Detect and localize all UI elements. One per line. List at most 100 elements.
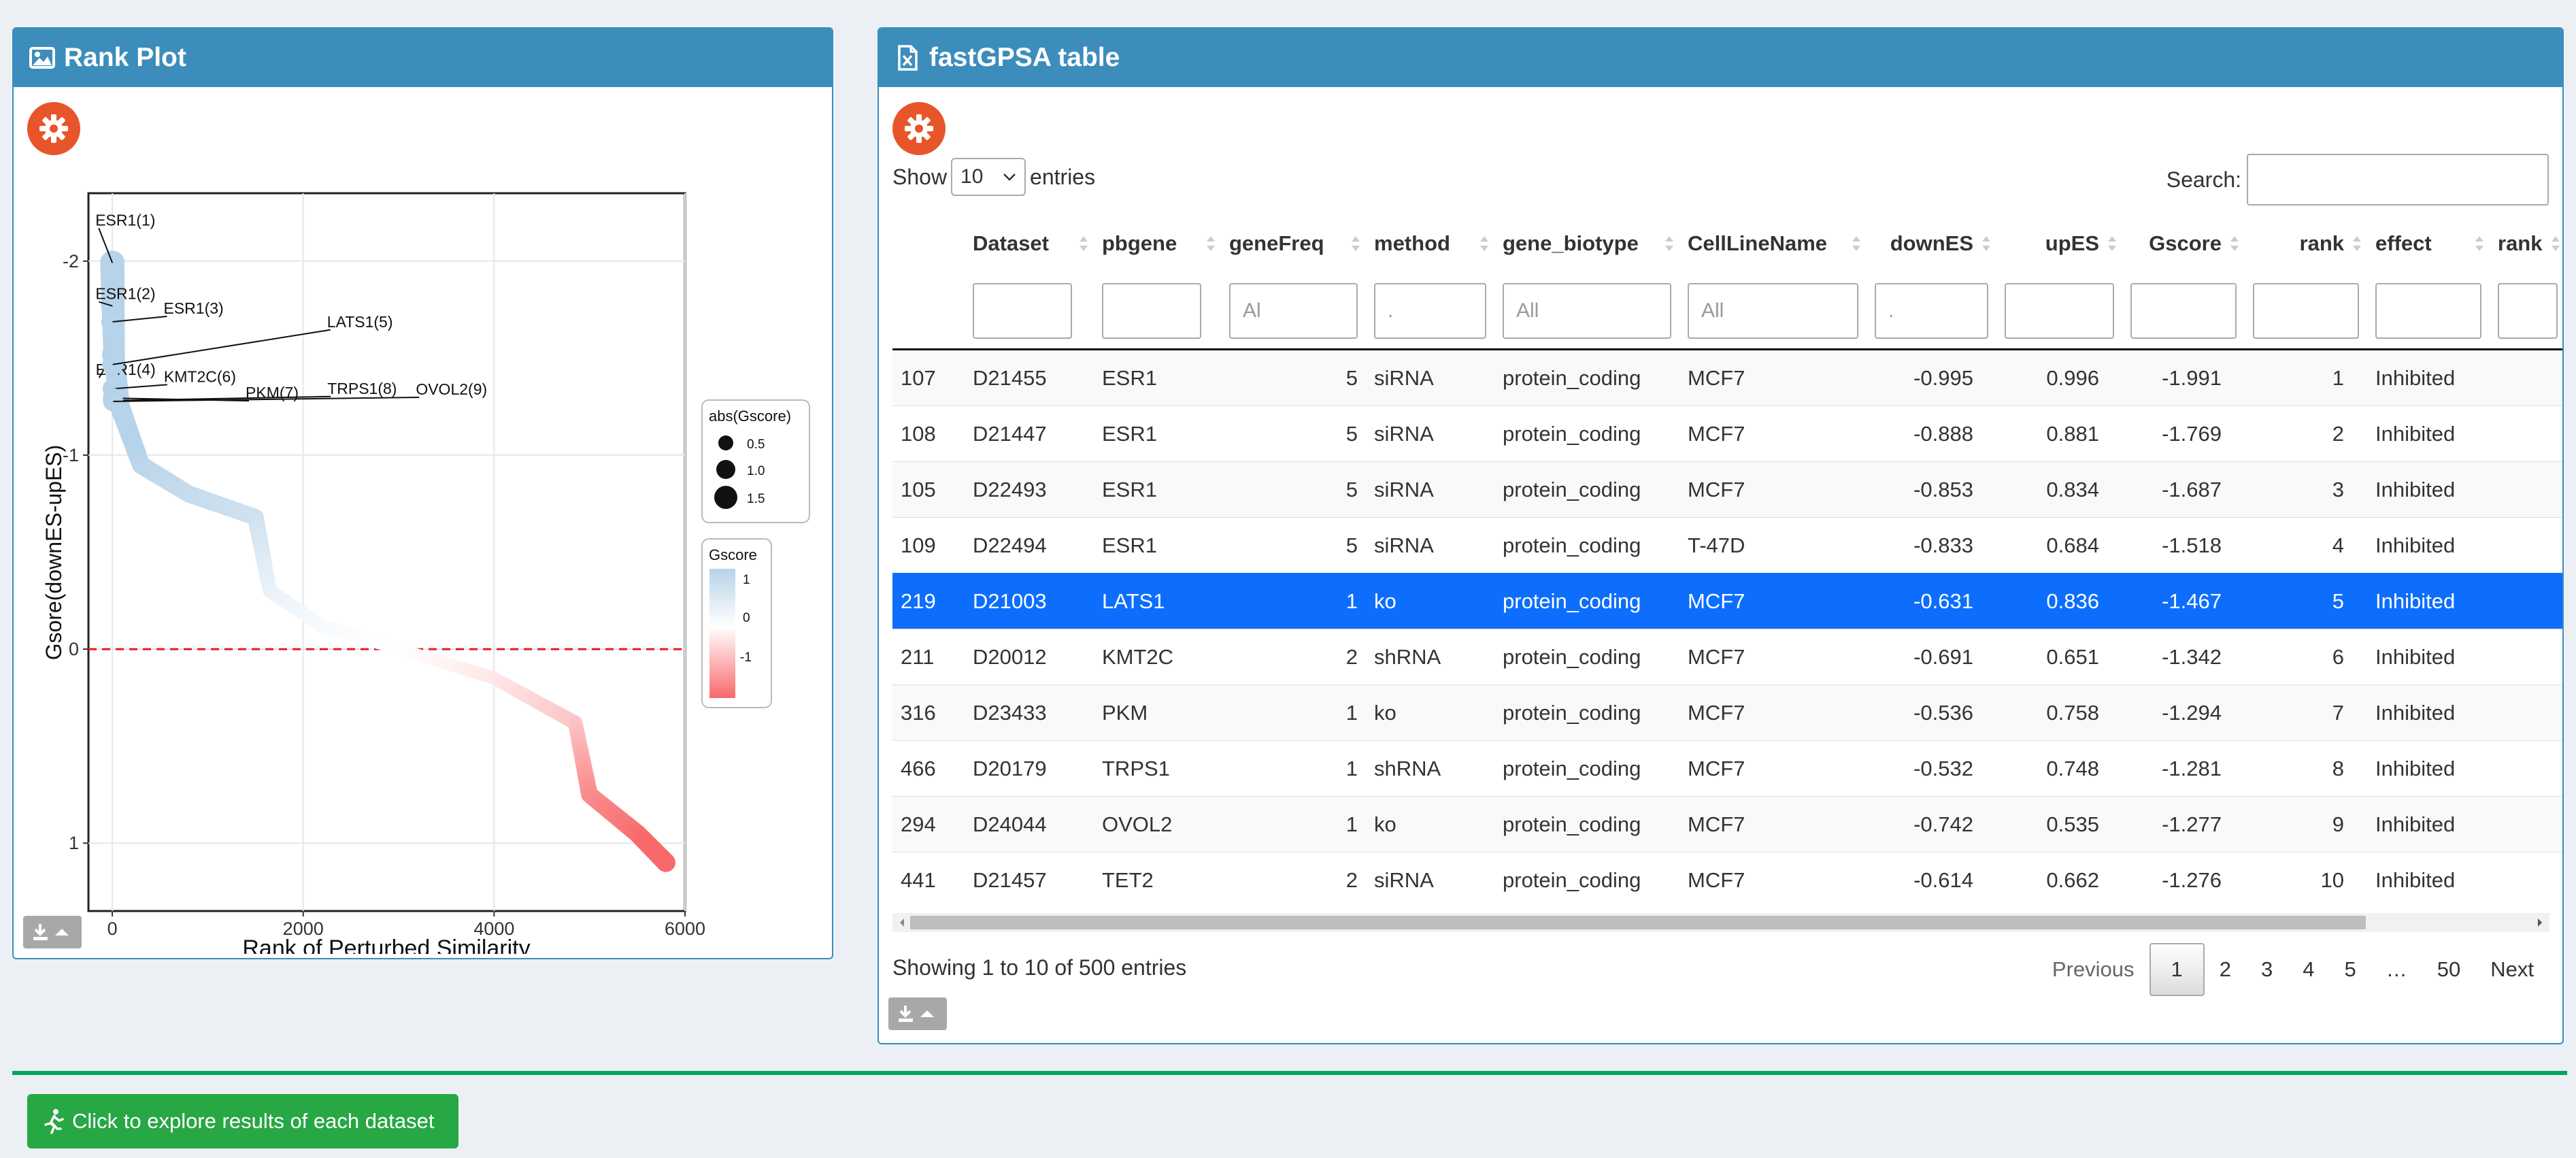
table-cell: protein_coding	[1494, 796, 1679, 853]
table-cell: ESR1	[1094, 461, 1221, 518]
sort-icon	[1665, 236, 1673, 251]
column-filter-input[interactable]	[2498, 283, 2558, 339]
table-cell: -1.342	[2122, 629, 2245, 685]
table-cell: siRNA	[1366, 349, 1494, 406]
table-cell: MCF7	[1679, 852, 1867, 908]
column-filter-input[interactable]	[2005, 283, 2114, 339]
size-legend-dot	[718, 435, 733, 450]
horizontal-scroll-thumb[interactable]	[910, 916, 2366, 929]
table-row[interactable]: 294 D24044 OVOL2 1 ko protein_coding MCF7 -0.74…	[892, 796, 2562, 853]
table-cell: MCF7	[1679, 740, 1867, 797]
table-cell: -1.687	[2122, 461, 2245, 518]
column-filter-input[interactable]: .	[1875, 283, 1988, 339]
horizontal-scrollbar[interactable]	[892, 913, 2549, 932]
pagination-page-5[interactable]: 5	[2330, 944, 2371, 995]
column-filter-input[interactable]	[1102, 283, 1201, 339]
pagination-next[interactable]: Next	[2475, 944, 2549, 995]
table-panel-header: fastGPSA table	[879, 29, 2562, 87]
table-cell: siRNA	[1366, 517, 1494, 574]
table-download-button[interactable]	[888, 997, 947, 1030]
table-row[interactable]: 105 D22493 ESR1 5 siRNA protein_coding MCF7 -0.…	[892, 461, 2562, 518]
column-filter-input[interactable]: All	[1503, 283, 1671, 339]
column-filter-input[interactable]	[973, 283, 1072, 339]
table-cell: 5	[1221, 406, 1366, 462]
table-cell: -1.281	[2122, 740, 2245, 797]
table-row[interactable]: 219 D21003 LATS1 1 ko protein_coding MCF7 -0.63…	[892, 573, 2562, 629]
table-cell: -0.995	[1867, 349, 1996, 406]
table-cell: ko	[1366, 573, 1494, 629]
table-cell: 2	[1221, 852, 1366, 908]
column-header[interactable]: geneFreq	[1221, 214, 1366, 274]
table-cell: ko	[1366, 796, 1494, 853]
table-row[interactable]: 211 D20012 KMT2C 2 shRNA protein_coding MCF7 -0…	[892, 629, 2562, 685]
table-cell: TRPS1	[1094, 740, 1221, 797]
table-row[interactable]: 466 D20179 TRPS1 1 shRNA protein_coding MCF7 -0…	[892, 740, 2562, 797]
table-row[interactable]: 316 D23433 PKM 1 ko protein_coding MCF7 -0.536 0…	[892, 684, 2562, 741]
column-filter-input[interactable]	[2375, 283, 2481, 339]
table-row[interactable]: 109 D22494 ESR1 5 siRNA protein_coding T-47D -0…	[892, 517, 2562, 574]
rank-plot-download-button[interactable]	[23, 916, 82, 948]
table-cell: protein_coding	[1494, 629, 1679, 685]
search-input[interactable]	[2247, 154, 2549, 205]
table-cell: ESR1	[1094, 349, 1221, 406]
table-cell: -0.631	[1867, 573, 1996, 629]
column-filter-input[interactable]	[2130, 283, 2237, 339]
table-cell	[2490, 406, 2562, 462]
column-header[interactable]: downES	[1867, 214, 1996, 274]
table-cell: -1.276	[2122, 852, 2245, 908]
column-header[interactable]: Gscore	[2122, 214, 2245, 274]
column-header-label: CellLineName	[1688, 231, 1828, 255]
pagination-page-50[interactable]: 50	[2422, 944, 2475, 995]
column-filter-input[interactable]: .	[1374, 283, 1486, 339]
results-table: Dataset pbgene geneFreq method gene_biotype C…	[892, 214, 2562, 908]
column-filter-input[interactable]: All	[1688, 283, 1858, 339]
pagination-page-4[interactable]: 4	[2288, 944, 2329, 995]
table-cell: protein_coding	[1494, 684, 1679, 741]
table-cell: 1	[1221, 740, 1366, 797]
table-cell: siRNA	[1366, 406, 1494, 462]
table-cell: 4	[2245, 517, 2367, 574]
table-cell: Inhibited	[2367, 573, 2490, 629]
table-cell: 0.996	[1996, 349, 2122, 406]
column-header[interactable]: effect	[2367, 214, 2490, 274]
table-cell: D24044	[965, 796, 1094, 853]
column-filter-input[interactable]: Al	[1229, 283, 1358, 339]
column-header-label: pbgene	[1102, 231, 1177, 255]
column-header[interactable]: method	[1366, 214, 1494, 274]
column-header[interactable]: gene_biotype	[1494, 214, 1679, 274]
show-label: Show	[892, 164, 948, 189]
column-header[interactable]: Dataset	[965, 214, 1094, 274]
table-row[interactable]: 107 D21455 ESR1 5 siRNA protein_coding MCF7 -0.…	[892, 349, 2562, 406]
column-header[interactable]: rank	[2490, 214, 2562, 274]
table-cell: 441	[892, 852, 965, 908]
table-cell: D21457	[965, 852, 1094, 908]
pagination-page-1[interactable]: 1	[2149, 943, 2205, 996]
explore-datasets-button[interactable]: Click to explore results of each dataset	[27, 1094, 458, 1148]
column-header[interactable]: pbgene	[1094, 214, 1221, 274]
table-row[interactable]: 441 D21457 TET2 2 siRNA protein_coding MCF7 -0.…	[892, 852, 2562, 908]
y-tick-label: -2	[63, 251, 79, 271]
pagination-previous[interactable]: Previous	[2037, 944, 2150, 995]
column-filter-input[interactable]	[2253, 283, 2359, 339]
entries-select[interactable]: 10	[951, 158, 1026, 196]
table-cell: protein_coding	[1494, 461, 1679, 518]
table-row[interactable]: 108 D21447 ESR1 5 siRNA protein_coding MCF7 -0.…	[892, 406, 2562, 462]
table-settings-button[interactable]	[892, 102, 946, 155]
table-cell: D22494	[965, 517, 1094, 574]
size-legend-dot	[716, 460, 735, 479]
table-cell	[2490, 573, 2562, 629]
sort-icon	[2230, 236, 2239, 251]
table-cell: -0.614	[1867, 852, 1996, 908]
pagination-page-2[interactable]: 2	[2205, 944, 2246, 995]
pagination-page-3[interactable]: 3	[2246, 944, 2288, 995]
table-cell: 5	[1221, 517, 1366, 574]
column-header[interactable]: rank	[2245, 214, 2367, 274]
filter-cell: All	[1679, 274, 1867, 350]
y-tick-label: 1	[69, 833, 79, 853]
column-header[interactable]: upES	[1996, 214, 2122, 274]
scroll-left-icon	[900, 919, 904, 927]
table-cell: -1.277	[2122, 796, 2245, 853]
column-header[interactable]: CellLineName	[1679, 214, 1867, 274]
section-divider	[12, 1071, 2567, 1075]
table-cell: 6	[2245, 629, 2367, 685]
